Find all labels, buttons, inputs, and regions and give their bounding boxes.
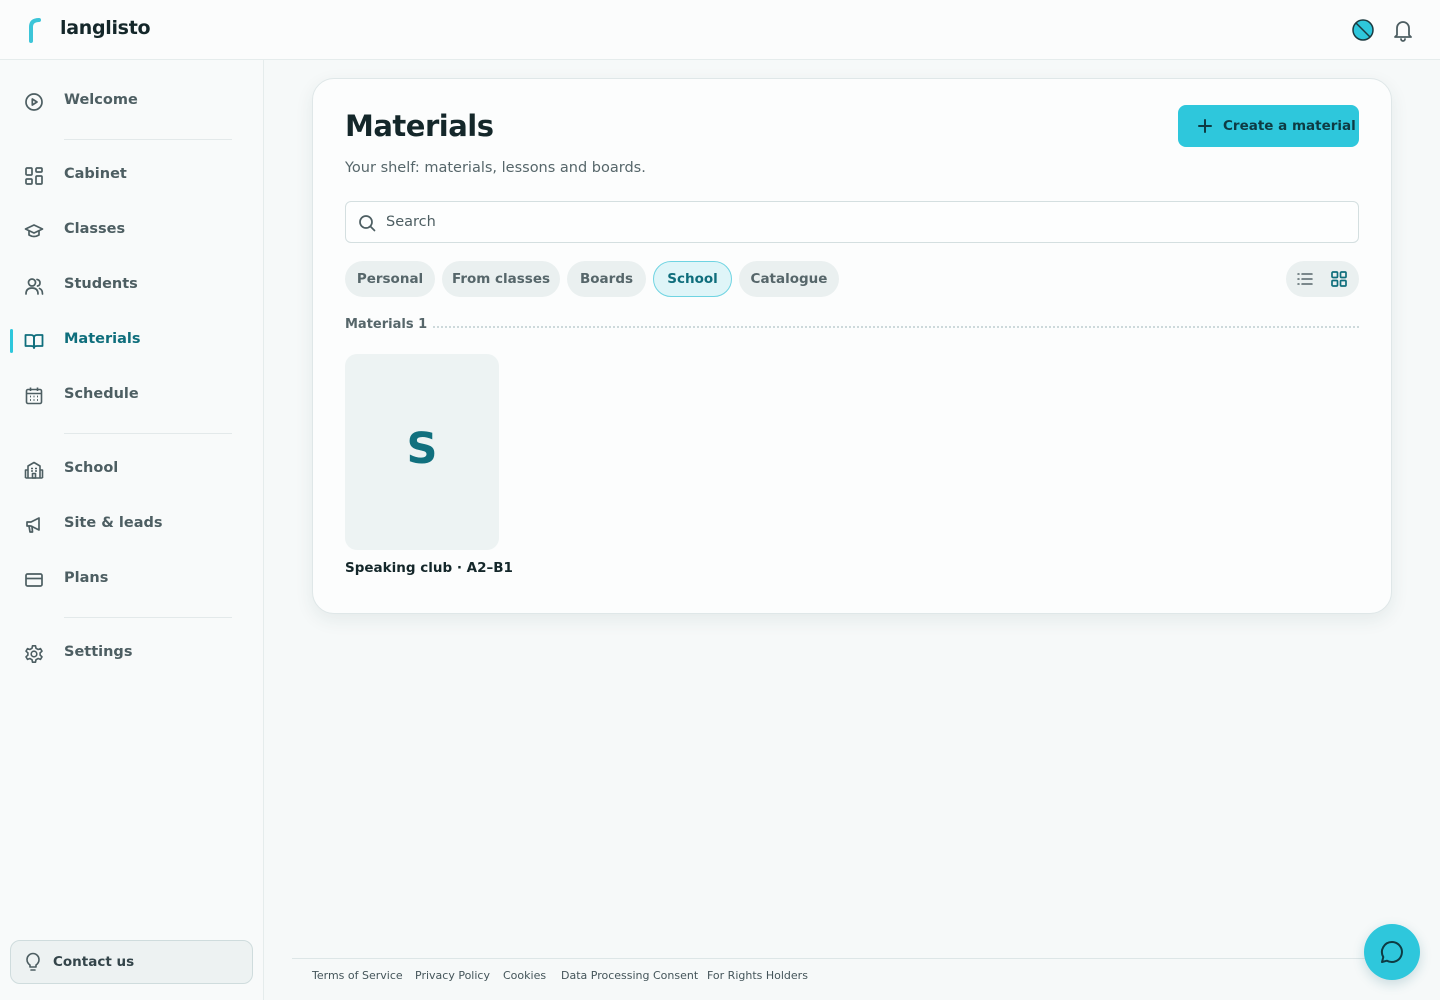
langlisto-logo-icon[interactable] xyxy=(26,17,42,43)
sidebar-divider xyxy=(64,617,232,618)
search-box xyxy=(345,201,1359,243)
gear-icon xyxy=(25,645,43,663)
page-title: Materials xyxy=(345,109,494,143)
sidebar-item-welcome[interactable]: Welcome xyxy=(0,80,263,124)
sidebar-item-label: Site & leads xyxy=(64,515,163,531)
filter-chip-boards[interactable]: Boards xyxy=(567,261,646,297)
section-label: Materials 1 xyxy=(345,317,428,332)
sidebar-divider xyxy=(64,139,232,140)
credit-card-icon xyxy=(25,573,43,587)
sidebar-item-students[interactable]: Students xyxy=(0,264,263,308)
sidebar-item-label: School xyxy=(64,460,119,476)
sidebar-item-plans[interactable]: Plans xyxy=(0,558,263,602)
plus-icon xyxy=(1198,119,1212,133)
footer-link-terms[interactable]: Terms of Service xyxy=(312,969,403,982)
sidebar-item-cabinet[interactable]: Cabinet xyxy=(0,154,263,198)
active-indicator xyxy=(10,329,13,353)
footer-link-privacy[interactable]: Privacy Policy xyxy=(415,969,490,982)
filter-chip-catalogue[interactable]: Catalogue xyxy=(739,261,839,297)
filter-chip-personal[interactable]: Personal xyxy=(345,261,435,297)
lightbulb-icon xyxy=(26,952,40,971)
users-icon xyxy=(25,278,44,295)
chat-bubble-icon xyxy=(1380,940,1403,963)
sidebar-item-label: Plans xyxy=(64,570,109,586)
filter-chip-school[interactable]: School xyxy=(653,261,732,297)
contact-us-button[interactable]: Contact us xyxy=(10,940,253,984)
sidebar-divider xyxy=(64,433,232,434)
sidebar-item-label: Settings xyxy=(64,644,133,660)
sidebar-item-site-leads[interactable]: Site & leads xyxy=(0,503,263,547)
view-mode-toggle xyxy=(1286,261,1359,297)
footer-divider xyxy=(292,958,1392,959)
materials-panel: Materials Your shelf: materials, lessons… xyxy=(312,78,1392,614)
megaphone-icon xyxy=(26,517,40,533)
sidebar-item-materials[interactable]: Materials xyxy=(0,319,263,363)
section-divider xyxy=(433,326,1359,328)
footer-link-rights-holders[interactable]: For Rights Holders xyxy=(707,969,808,982)
create-material-button[interactable]: Create a material xyxy=(1178,105,1359,147)
theme-toggle-icon[interactable] xyxy=(1351,18,1375,42)
sidebar-item-label: Materials xyxy=(64,331,141,347)
chat-button[interactable] xyxy=(1364,924,1420,980)
sidebar-item-school[interactable]: School xyxy=(0,448,263,492)
sidebar-item-label: Welcome xyxy=(64,92,138,108)
top-bar: langlisto xyxy=(0,0,1440,60)
dashboard-grid-icon xyxy=(25,167,43,185)
footer-link-data-processing[interactable]: Data Processing Consent xyxy=(561,969,698,982)
sidebar: Welcome Cabinet Classes Students Materia… xyxy=(0,60,264,1000)
material-cover-letter: S xyxy=(406,424,438,474)
contact-us-label: Contact us xyxy=(53,954,135,970)
page-subtitle: Your shelf: materials, lessons and board… xyxy=(345,160,646,176)
sidebar-item-label: Cabinet xyxy=(64,166,127,182)
sidebar-item-classes[interactable]: Classes xyxy=(0,209,263,253)
grid-view-icon[interactable] xyxy=(1330,270,1348,288)
material-card-cover[interactable]: S xyxy=(345,354,499,550)
create-material-label: Create a material xyxy=(1223,118,1356,134)
material-card-title[interactable]: Speaking club · A2–B1 xyxy=(345,560,513,576)
graduation-cap-icon xyxy=(24,224,44,238)
school-building-icon xyxy=(24,461,44,479)
sidebar-item-label: Schedule xyxy=(64,386,139,402)
book-open-icon xyxy=(24,334,44,349)
sidebar-item-schedule[interactable]: Schedule xyxy=(0,374,263,418)
sidebar-item-label: Classes xyxy=(64,221,126,237)
sidebar-item-settings[interactable]: Settings xyxy=(0,632,263,676)
list-view-icon[interactable] xyxy=(1296,270,1314,288)
sidebar-item-label: Students xyxy=(64,276,138,292)
calendar-icon xyxy=(25,387,43,405)
footer-link-cookies[interactable]: Cookies xyxy=(503,969,546,982)
app-name[interactable]: langlisto xyxy=(60,17,151,39)
play-circle-icon xyxy=(25,93,43,111)
bell-icon[interactable] xyxy=(1392,18,1414,42)
search-icon xyxy=(359,215,376,232)
search-input[interactable] xyxy=(386,203,1346,241)
filter-chip-from-classes[interactable]: From classes xyxy=(442,261,560,297)
